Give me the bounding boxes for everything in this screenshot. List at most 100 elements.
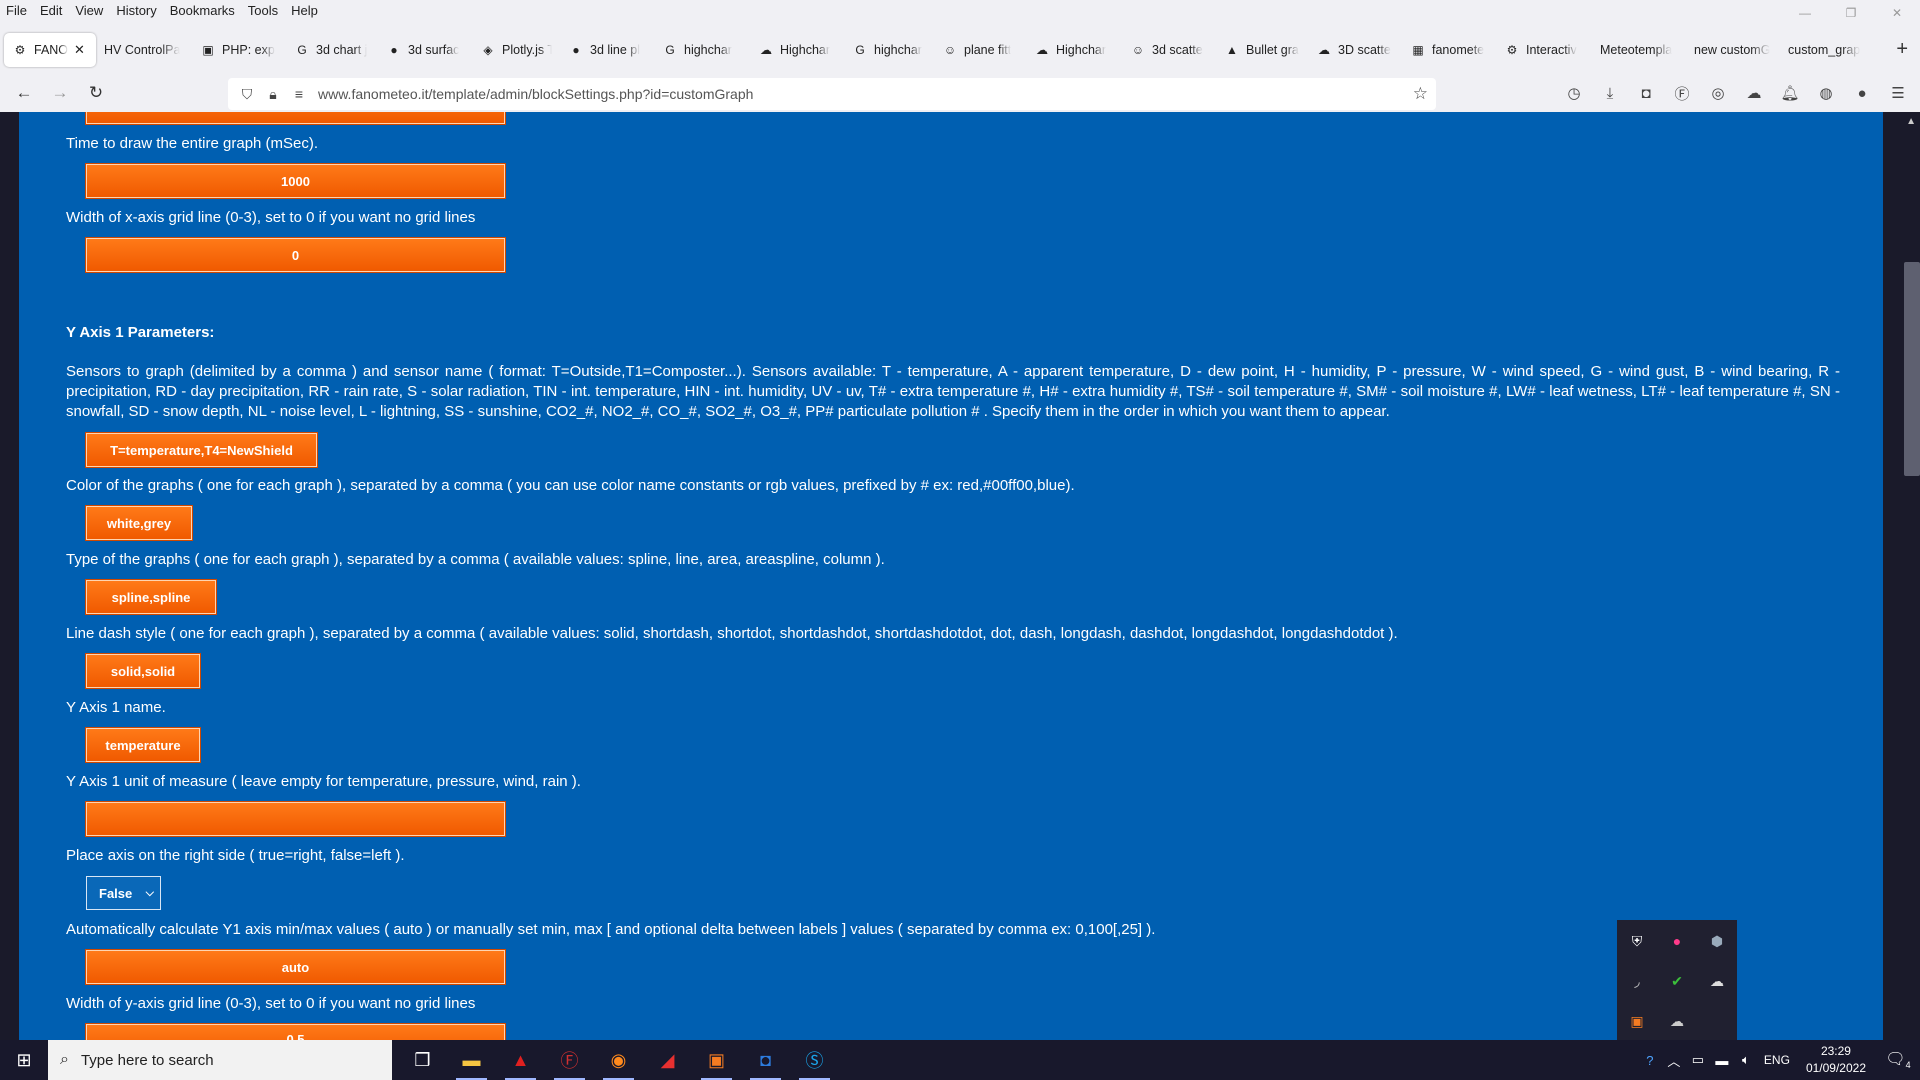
task-view-icon[interactable]: ❒ [398,1040,447,1080]
dash-field[interactable]: solid,solid [86,654,200,688]
types-field[interactable]: spline,spline [86,580,216,614]
tab-favicon-icon: ⚙ [14,43,26,57]
browser-tab[interactable]: ☁ Highchar [750,33,844,67]
display-icon[interactable]: ▭ [1686,1052,1710,1068]
extension-globe-icon[interactable]: ◍ [1808,84,1844,102]
draw-time-field[interactable]: 1000 [86,164,505,198]
browser-tab[interactable]: ◈ Plotly.js T [472,33,560,67]
menu-view[interactable]: View [68,3,109,18]
extension-ring-icon[interactable]: ◎ [1700,84,1736,102]
skype-icon[interactable]: Ⓢ [790,1040,839,1080]
browser-tab[interactable]: ☁ Highchar [1026,33,1122,67]
taskbar-search[interactable]: ⌕ Type here to search [48,1040,392,1080]
new-tab-button[interactable]: + [1896,38,1908,61]
browser-tab[interactable]: Ghighchar [844,33,934,67]
location-pin-icon[interactable]: ⬢ [1697,921,1737,961]
browser-tab[interactable]: ● 3d line pl [560,33,654,67]
browser-tab[interactable]: new customG [1686,33,1780,67]
tab-title: fanomete [1432,43,1485,57]
chevron-up-icon[interactable]: ︿ [1662,1051,1686,1070]
cloud-icon[interactable]: ☁ [1697,961,1737,1001]
browser-tab[interactable]: ⚙ Interactiv [1496,33,1592,67]
minimize-button[interactable]: — [1782,0,1828,26]
extension-f-icon[interactable]: Ⓕ [1664,83,1700,104]
url-bar[interactable]: ⛉ 🔒︎ ≡ www.fanometeo.it/template/admin/b… [228,78,1436,110]
cloud-off-icon[interactable]: ☁ [1657,1001,1697,1041]
file-explorer-icon[interactable]: ▬ [447,1040,496,1080]
notification-icon[interactable]: 🗨︎4 [1876,1049,1920,1070]
download-icon[interactable]: ⤓ [1592,85,1628,102]
red-app-icon[interactable]: ● [1657,921,1697,961]
hamburger-menu-icon[interactable]: ☰ [1880,84,1916,102]
reload-icon[interactable]: ↻ [80,77,112,109]
extension-cloud-icon[interactable]: ☁ [1736,84,1772,102]
browser-tab[interactable]: Ghighchar [654,33,750,67]
restore-button[interactable]: ❐ [1828,0,1874,26]
profile-avatar-icon[interactable]: ● [1844,85,1880,102]
volume-icon[interactable]: 🔈︎ [1734,1052,1758,1068]
red-app-taskbar-icon[interactable]: ◢ [643,1040,692,1080]
menu-file[interactable]: File [0,3,33,18]
browser-tab[interactable]: Meteotempla [1592,33,1686,67]
browser-tab[interactable]: ▦ fanomete [1402,33,1496,67]
battery-icon[interactable]: ▬ [1710,1053,1734,1068]
y1-name-field[interactable]: temperature [86,728,200,762]
right-side-label: Place axis on the right side ( true=righ… [66,847,405,864]
back-icon[interactable]: ← [8,77,40,109]
browser-tab[interactable]: ▣ PHP: exp [192,33,286,67]
menu-bookmarks[interactable]: Bookmarks [163,3,241,18]
scroll-up-arrow-icon[interactable]: ▲ [1906,116,1916,127]
browser-tab[interactable]: ⚙ FANO ✕ [4,33,96,67]
defender-shield-icon[interactable]: ⛨ [1617,921,1657,961]
lock-icon[interactable]: 🔒︎ [260,86,286,103]
minmax-field[interactable]: auto [86,950,505,984]
xampp-taskbar-icon[interactable]: ▣ [692,1040,741,1080]
bookmark-star-icon[interactable]: ☆ [1413,84,1428,104]
url-text[interactable]: www.fanometeo.it/template/admin/blockSet… [318,86,753,102]
y-grid-field[interactable]: 0.5 [86,1024,505,1040]
browser-tab[interactable]: ▲ Bullet gra [1216,33,1308,67]
permissions-icon[interactable]: ≡ [286,86,312,102]
browser-tab[interactable]: G 3d chart j [286,33,378,67]
colors-field[interactable]: white,grey [86,506,192,540]
scrollbar-thumb[interactable] [1904,262,1920,476]
xampp-icon[interactable]: ▣ [1617,1001,1657,1041]
browser-tab[interactable]: ☺ 3d scatte [1122,33,1216,67]
browser-tab[interactable]: ☺ plane fitt [934,33,1026,67]
chevron-down-icon: ⌵ [145,886,154,899]
right-side-select[interactable]: False ⌵ [86,876,161,910]
history-icon[interactable]: ◷ [1556,84,1592,102]
notification-count: 4 [1905,1060,1911,1071]
top-partial-field[interactable] [86,112,505,124]
close-window-button[interactable]: ✕ [1874,0,1920,26]
menu-tools[interactable]: Tools [241,3,284,18]
forward-icon[interactable]: → [44,77,76,109]
right-side-value: False [99,885,133,901]
outlook-icon[interactable]: ◘ [741,1040,790,1080]
windows-start-icon[interactable]: ⊞ [0,1040,48,1080]
extension-bell-icon[interactable]: 🔔︎ [1772,84,1808,102]
firefox-icon[interactable]: ◉ [594,1040,643,1080]
filezilla-icon[interactable]: Ⓕ [545,1040,594,1080]
pocket-icon[interactable]: ◘ [1628,85,1664,102]
browser-tab[interactable]: custom_grap [1780,33,1878,67]
menu-history[interactable]: History [109,3,162,18]
green-check-icon[interactable]: ✔ [1657,961,1697,1001]
y1-unit-field[interactable] [86,802,505,836]
language-indicator[interactable]: ENG [1764,1053,1790,1067]
wifi-signal-icon[interactable]: ◞ [1617,961,1657,1001]
browser-tab[interactable]: HV ControlPa [96,33,192,67]
x-grid-field[interactable]: 0 [86,238,505,272]
acrobat-icon[interactable]: ▲ [496,1040,545,1080]
y1-unit-label: Y Axis 1 unit of measure ( leave empty f… [66,773,581,790]
tab-title: 3D scatte [1338,43,1391,57]
menu-help[interactable]: Help [284,3,324,18]
help-icon[interactable]: ? [1638,1053,1662,1068]
sensors-field[interactable]: T=temperature,T4=NewShield [86,433,317,467]
shield-icon[interactable]: ⛉ [234,86,260,103]
browser-tab[interactable]: ● 3d surfac [378,33,472,67]
menu-edit[interactable]: Edit [33,3,68,18]
browser-tab[interactable]: ☁ 3D scatte [1308,33,1402,67]
clock[interactable]: 23:29 01/09/2022 [1806,1043,1866,1077]
close-tab-icon[interactable]: ✕ [74,42,85,58]
